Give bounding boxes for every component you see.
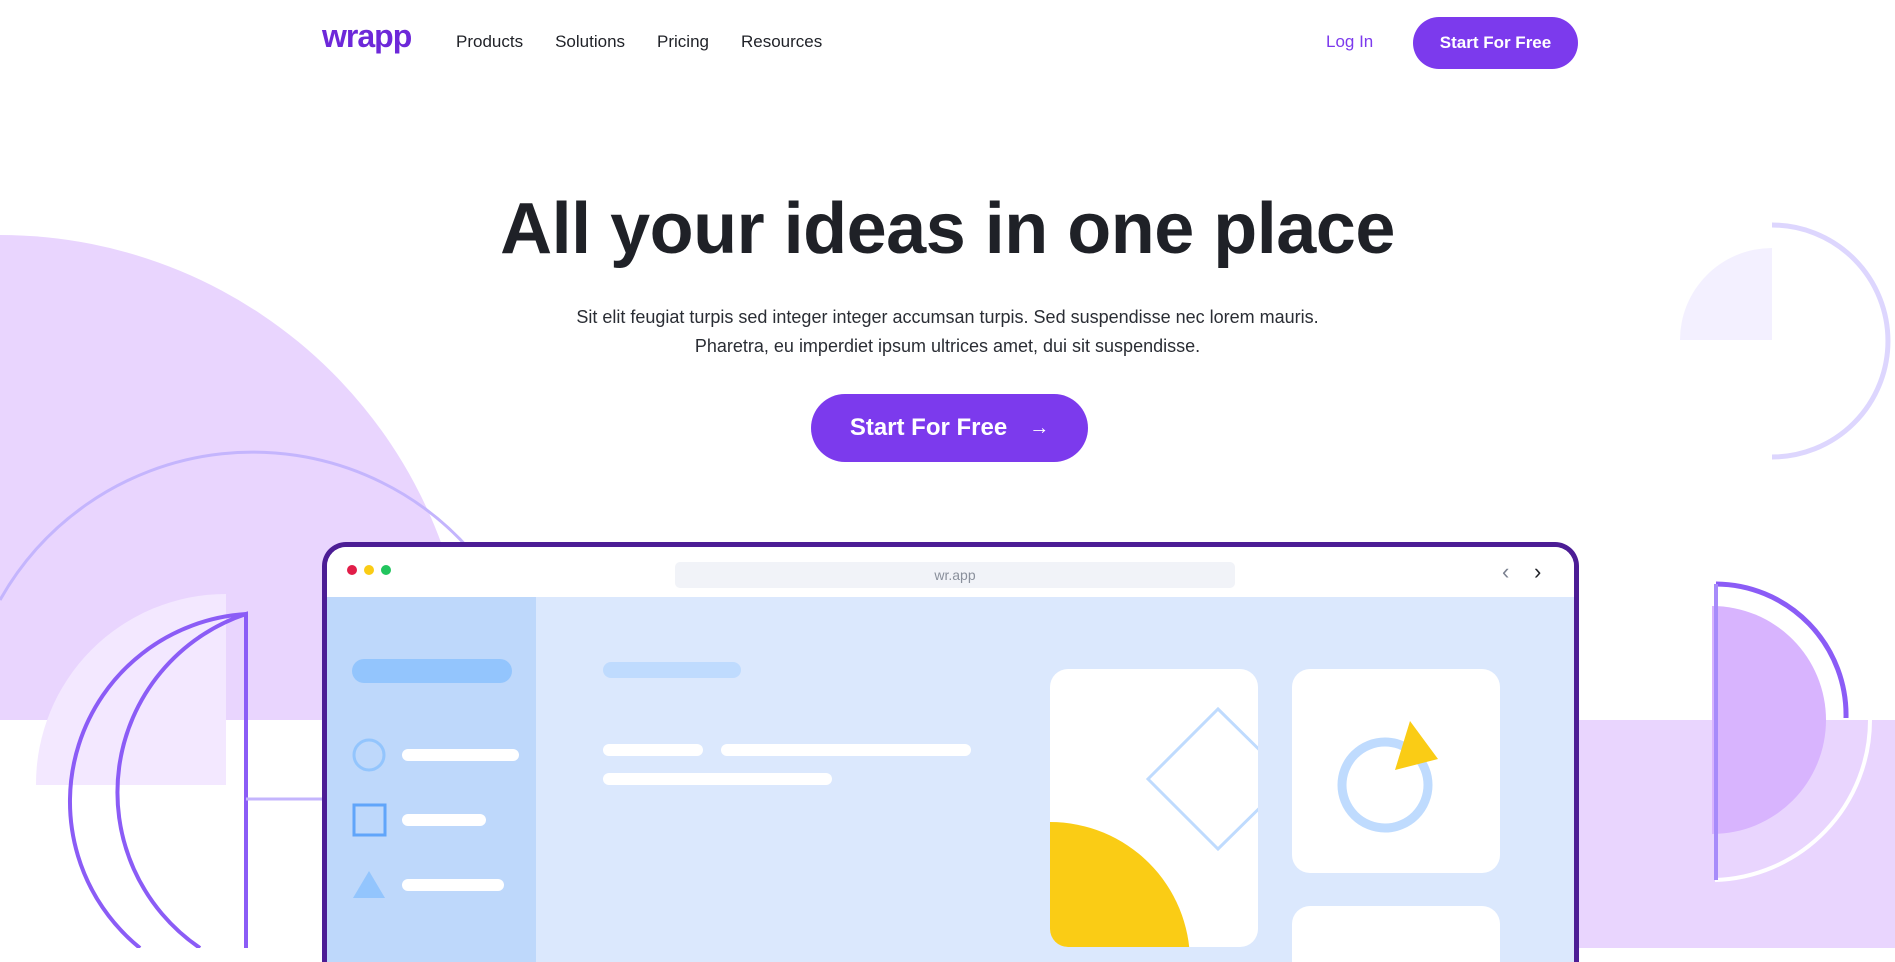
hero-title: All your ideas in one place xyxy=(500,189,1395,269)
nav-links: Products Solutions Pricing Resources xyxy=(456,32,854,52)
window-maximize-dot xyxy=(381,565,391,575)
sidebar-item-bar-3 xyxy=(402,879,504,891)
sidebar-title-bar xyxy=(352,659,512,683)
arrow-right-icon: → xyxy=(1029,416,1050,439)
hero-cta-label: Start For Free xyxy=(849,414,1008,441)
nav-link-solutions[interactable]: Solutions xyxy=(555,32,625,52)
nav-link-products[interactable]: Products xyxy=(456,32,523,52)
window-close-dot xyxy=(347,565,357,575)
triangle-icon xyxy=(353,871,385,898)
browser-mockup: wr.app ‹ › xyxy=(322,542,1579,962)
browser-toolbar: wr.app ‹ › xyxy=(327,547,1574,597)
app-preview xyxy=(327,597,1574,962)
content-line-2 xyxy=(603,773,832,785)
content-line-1b xyxy=(721,744,971,756)
card-partial xyxy=(1292,906,1500,962)
nav-link-resources[interactable]: Resources xyxy=(741,32,822,52)
content-heading-bar xyxy=(603,662,741,678)
sidebar-item-bar-2 xyxy=(402,814,486,826)
chevron-right-icon[interactable]: › xyxy=(1534,559,1541,585)
square-icon xyxy=(352,803,387,837)
hero-subtitle-line-1: Sit elit feugiat turpis sed integer inte… xyxy=(576,307,1319,327)
window-minimize-dot xyxy=(364,565,374,575)
chevron-left-icon[interactable]: ‹ xyxy=(1502,559,1509,585)
sidebar-item-bar-1 xyxy=(402,749,519,761)
card-ring xyxy=(1292,669,1500,873)
hero-subtitle-line-2: Pharetra, eu imperdiet ipsum ultrices am… xyxy=(694,336,1201,356)
login-link[interactable]: Log In xyxy=(1326,32,1373,52)
circle-icon xyxy=(352,738,386,772)
nav-start-free-button[interactable]: Start For Free xyxy=(1413,17,1578,69)
hero-start-free-button[interactable]: Start For Free → xyxy=(811,394,1088,462)
app-illustration xyxy=(352,659,1500,962)
content-line-1a xyxy=(603,744,703,756)
navbar: wrapp Products Solutions Pricing Resourc… xyxy=(0,0,1895,86)
address-bar[interactable]: wr.app xyxy=(675,562,1235,588)
hero-subtitle: Sit elit feugiat turpis sed integer inte… xyxy=(0,303,1895,361)
nav-link-pricing[interactable]: Pricing xyxy=(657,32,709,52)
logo[interactable]: wrapp xyxy=(322,18,412,55)
